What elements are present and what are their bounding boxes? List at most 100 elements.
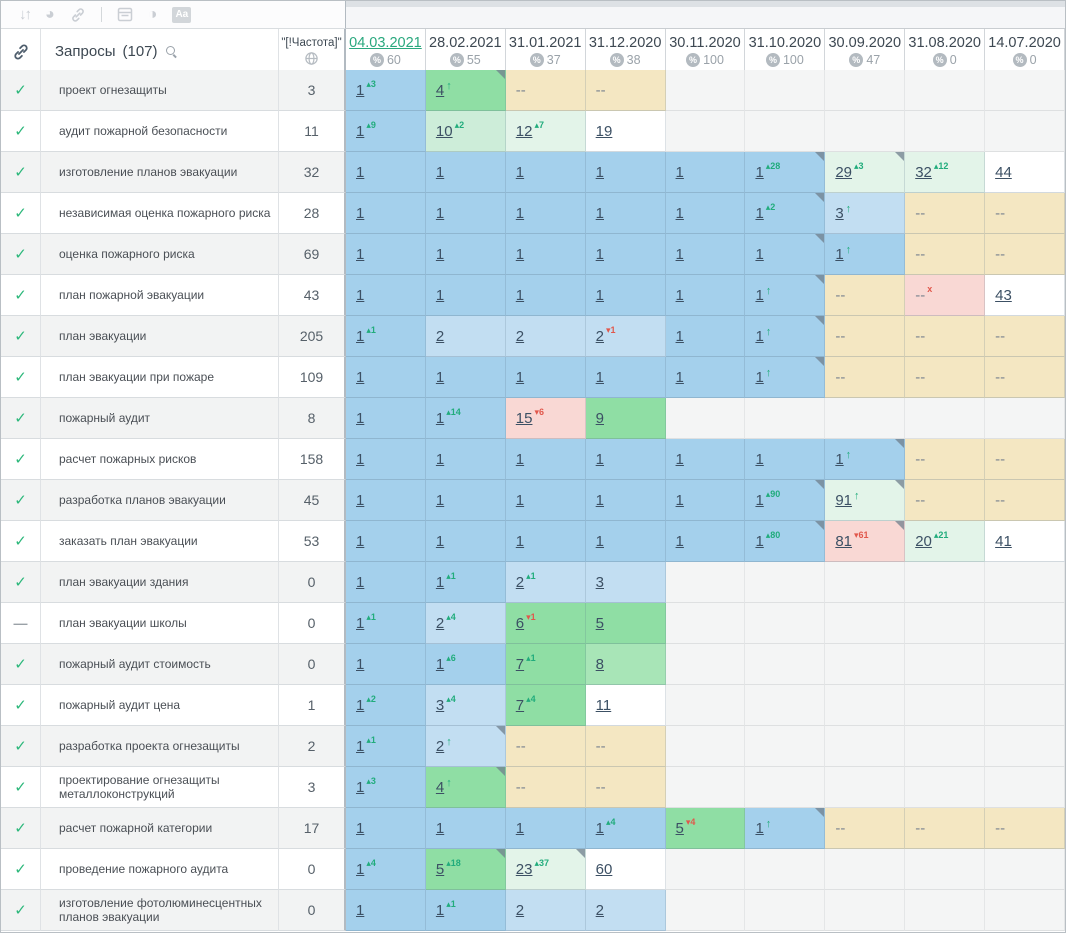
- position-value[interactable]: 1: [436, 205, 444, 222]
- keyword-label[interactable]: проектирование огнезащиты металлоконстру…: [59, 773, 272, 802]
- position-cell[interactable]: 1: [346, 808, 426, 849]
- position-value[interactable]: 1: [835, 246, 843, 263]
- row-checkbox[interactable]: —: [1, 603, 41, 644]
- position-value[interactable]: 1: [755, 287, 763, 304]
- position-cell[interactable]: 5: [586, 603, 666, 644]
- position-value[interactable]: 1: [356, 656, 364, 673]
- text-style-icon[interactable]: Aa: [172, 7, 191, 23]
- position-cell[interactable]: 1▴4: [346, 849, 426, 890]
- position-value[interactable]: 2: [596, 902, 604, 919]
- position-cell[interactable]: 4↑: [426, 767, 506, 808]
- position-value[interactable]: 29: [835, 164, 852, 181]
- position-value[interactable]: 1: [596, 164, 604, 181]
- position-cell[interactable]: 6▾1: [506, 603, 586, 644]
- position-value[interactable]: 1: [436, 820, 444, 837]
- keyword-label[interactable]: аудит пожарной безопасности: [59, 124, 227, 138]
- circle-fill-icon[interactable]: ◕: [45, 7, 55, 23]
- position-value[interactable]: 4: [436, 82, 444, 99]
- position-value[interactable]: 1: [676, 205, 684, 222]
- keyword-label[interactable]: оценка пожарного риска: [59, 247, 195, 261]
- position-value[interactable]: 3: [436, 697, 444, 714]
- position-cell[interactable]: 1: [506, 152, 586, 193]
- row-checkbox[interactable]: ✓: [1, 480, 41, 521]
- position-value[interactable]: 1: [356, 410, 364, 427]
- position-value[interactable]: 1: [676, 451, 684, 468]
- date-column-header[interactable]: 04.03.2021%60: [346, 29, 426, 76]
- position-cell[interactable]: 1: [426, 357, 506, 398]
- position-cell[interactable]: 2▴4: [426, 603, 506, 644]
- position-value[interactable]: 1: [516, 533, 524, 550]
- position-cell[interactable]: 1↑: [825, 439, 905, 480]
- position-value[interactable]: 1: [436, 369, 444, 386]
- position-cell[interactable]: --: [905, 234, 985, 275]
- position-value[interactable]: 1: [596, 287, 604, 304]
- link-column-header[interactable]: [1, 29, 41, 76]
- position-value[interactable]: 19: [596, 123, 613, 140]
- position-cell[interactable]: 1: [346, 398, 426, 439]
- position-value[interactable]: 2: [436, 738, 444, 755]
- row-checkbox[interactable]: ✓: [1, 234, 41, 275]
- position-value[interactable]: 1: [356, 492, 364, 509]
- position-value[interactable]: 81: [835, 533, 852, 550]
- position-cell[interactable]: 1: [506, 480, 586, 521]
- position-value[interactable]: 1: [596, 246, 604, 263]
- position-cell[interactable]: 1: [666, 439, 746, 480]
- position-value[interactable]: 2: [516, 902, 524, 919]
- position-value[interactable]: 60: [596, 861, 613, 878]
- position-value[interactable]: 1: [755, 533, 763, 550]
- position-cell[interactable]: 20▴21: [905, 521, 985, 562]
- position-value[interactable]: 1: [516, 205, 524, 222]
- position-cell[interactable]: 81▾61: [825, 521, 905, 562]
- keyword-label[interactable]: пожарный аудит: [59, 411, 150, 425]
- position-cell[interactable]: 1: [506, 808, 586, 849]
- position-value[interactable]: 3: [835, 205, 843, 222]
- position-cell[interactable]: --: [825, 808, 905, 849]
- position-value[interactable]: 1: [356, 451, 364, 468]
- position-value[interactable]: 1: [676, 328, 684, 345]
- position-cell[interactable]: 3↑: [825, 193, 905, 234]
- position-value[interactable]: 20: [915, 533, 932, 550]
- position-value[interactable]: 1: [436, 287, 444, 304]
- row-checkbox[interactable]: ✓: [1, 357, 41, 398]
- position-value[interactable]: 1: [755, 246, 763, 263]
- position-cell[interactable]: 1▴9: [346, 111, 426, 152]
- position-cell[interactable]: 1: [586, 152, 666, 193]
- keyword-label[interactable]: план пожарной эвакуации: [59, 288, 204, 302]
- position-cell[interactable]: 1: [666, 234, 746, 275]
- position-cell[interactable]: 2: [426, 316, 506, 357]
- position-cell[interactable]: 1: [346, 275, 426, 316]
- position-cell[interactable]: --: [985, 480, 1065, 521]
- position-cell[interactable]: 2: [586, 890, 666, 931]
- sort-icon[interactable]: ↓↑: [19, 7, 30, 22]
- position-cell[interactable]: 1: [346, 357, 426, 398]
- position-cell[interactable]: 12▴7: [506, 111, 586, 152]
- position-cell[interactable]: 1: [586, 193, 666, 234]
- position-value[interactable]: 5: [676, 820, 684, 837]
- position-cell[interactable]: 1: [346, 152, 426, 193]
- row-checkbox[interactable]: ✓: [1, 439, 41, 480]
- position-value[interactable]: 1: [436, 533, 444, 550]
- position-cell[interactable]: 1: [666, 275, 746, 316]
- position-cell[interactable]: 1: [426, 193, 506, 234]
- position-cell[interactable]: 9: [586, 398, 666, 439]
- position-cell[interactable]: 1: [346, 234, 426, 275]
- position-cell[interactable]: --: [586, 767, 666, 808]
- position-value[interactable]: 15: [516, 410, 533, 427]
- position-cell[interactable]: --: [825, 357, 905, 398]
- position-value[interactable]: 1: [436, 656, 444, 673]
- position-cell[interactable]: 2▾1: [586, 316, 666, 357]
- position-value[interactable]: 1: [356, 123, 364, 140]
- position-cell[interactable]: 3▴4: [426, 685, 506, 726]
- position-cell[interactable]: 7▴1: [506, 644, 586, 685]
- row-checkbox[interactable]: ✓: [1, 398, 41, 439]
- position-value[interactable]: 6: [516, 615, 524, 632]
- position-cell[interactable]: 1: [426, 521, 506, 562]
- position-value[interactable]: 12: [516, 123, 533, 140]
- position-cell[interactable]: --: [825, 316, 905, 357]
- position-value[interactable]: 1: [755, 205, 763, 222]
- position-cell[interactable]: 1▴1: [346, 726, 426, 767]
- position-cell[interactable]: 1▴6: [426, 644, 506, 685]
- position-cell[interactable]: 10▴2: [426, 111, 506, 152]
- position-value[interactable]: 1: [356, 779, 364, 796]
- position-cell[interactable]: 1↑: [745, 316, 825, 357]
